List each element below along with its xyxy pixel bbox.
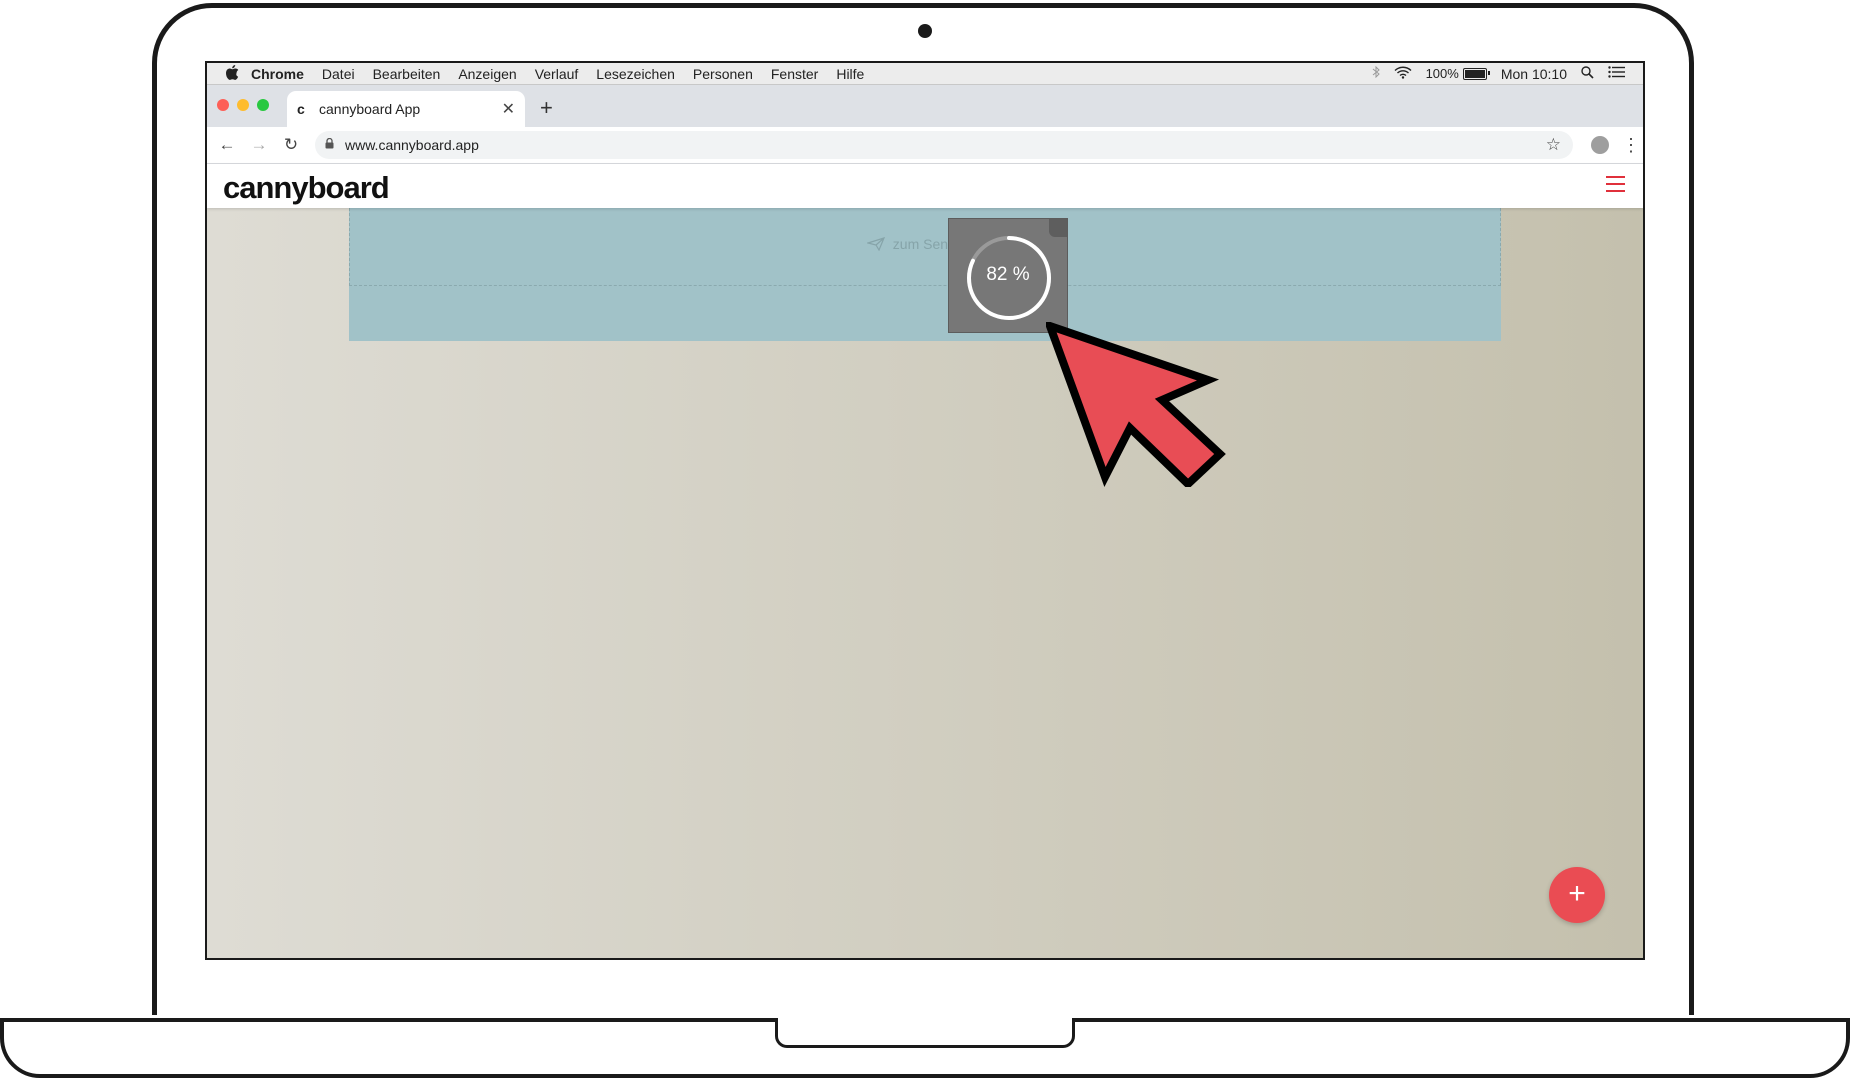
menu-hilfe[interactable]: Hilfe <box>836 66 864 82</box>
wifi-icon[interactable] <box>1394 66 1412 82</box>
profile-avatar-icon[interactable] <box>1591 136 1609 154</box>
paper-plane-icon <box>865 236 893 252</box>
tab-close-icon[interactable]: ✕ <box>502 99 515 119</box>
hamburger-menu-icon[interactable] <box>1606 176 1625 193</box>
notification-center-icon[interactable] <box>1608 66 1625 81</box>
status-area: 100% Mon 10:10 <box>1372 66 1643 82</box>
favicon-icon: c <box>297 101 305 117</box>
menu-fenster[interactable]: Fenster <box>771 66 818 82</box>
add-card-button[interactable]: + <box>1549 867 1605 923</box>
board-canvas[interactable]: zum Senden h 82 % + <box>207 208 1643 958</box>
reload-icon[interactable]: ↻ <box>275 135 307 155</box>
menu-datei[interactable]: Datei <box>322 66 355 82</box>
drop-hint: zum Senden h <box>349 236 1501 252</box>
lock-icon <box>325 137 345 152</box>
spotlight-search-icon[interactable] <box>1581 65 1594 82</box>
window-minimize-button[interactable] <box>237 99 249 111</box>
menu-personen[interactable]: Personen <box>693 66 753 82</box>
mouse-pointer-icon <box>1046 322 1226 487</box>
send-drop-zone[interactable]: zum Senden h <box>349 208 1501 341</box>
menu-verlauf[interactable]: Verlauf <box>535 66 579 82</box>
dragged-card[interactable]: 82 % <box>948 218 1068 333</box>
menu-bearbeiten[interactable]: Bearbeiten <box>373 66 441 82</box>
bookmark-star-icon[interactable]: ☆ <box>1546 135 1561 155</box>
tab-title: cannyboard App <box>319 101 421 117</box>
url-text: www.cannyboard.app <box>345 137 479 153</box>
webcam <box>918 24 932 38</box>
browser-menu-icon[interactable]: ⋮ <box>1619 135 1643 156</box>
forward-arrow-icon[interactable]: → <box>243 135 275 155</box>
mac-menu-bar: Chrome Datei Bearbeiten Anzeigen Verlauf… <box>207 63 1643 85</box>
laptop-notch <box>775 1018 1075 1048</box>
tab-cannyboard[interactable]: c cannyboard App ✕ <box>287 91 525 127</box>
upload-progress-label: 82 % <box>986 264 1030 285</box>
clock[interactable]: Mon 10:10 <box>1501 66 1567 82</box>
menu-anzeigen[interactable]: Anzeigen <box>458 66 516 82</box>
battery-icon <box>1462 67 1490 80</box>
new-tab-button[interactable]: + <box>540 95 553 121</box>
window-close-button[interactable] <box>217 99 229 111</box>
window-zoom-button[interactable] <box>257 99 269 111</box>
cannyboard-logo[interactable]: cannyboard <box>223 170 390 206</box>
bluetooth-icon[interactable] <box>1372 65 1380 81</box>
apple-icon[interactable] <box>225 64 239 83</box>
menu-app-name[interactable]: Chrome <box>251 66 304 82</box>
battery-status[interactable]: 100% <box>1425 66 1490 81</box>
back-arrow-icon[interactable]: ← <box>211 135 243 155</box>
address-bar[interactable]: www.cannyboard.app ☆ <box>315 131 1573 159</box>
tab-strip: c cannyboard App ✕ + <box>207 85 1643 127</box>
screen: Chrome Datei Bearbeiten Anzeigen Verlauf… <box>205 61 1645 960</box>
menu-lesezeichen[interactable]: Lesezeichen <box>596 66 675 82</box>
battery-percent: 100% <box>1425 66 1459 81</box>
browser-toolbar: ← → ↻ www.cannyboard.app ☆ ⋮ <box>207 127 1643 164</box>
app-header: cannyboard <box>207 164 1643 208</box>
